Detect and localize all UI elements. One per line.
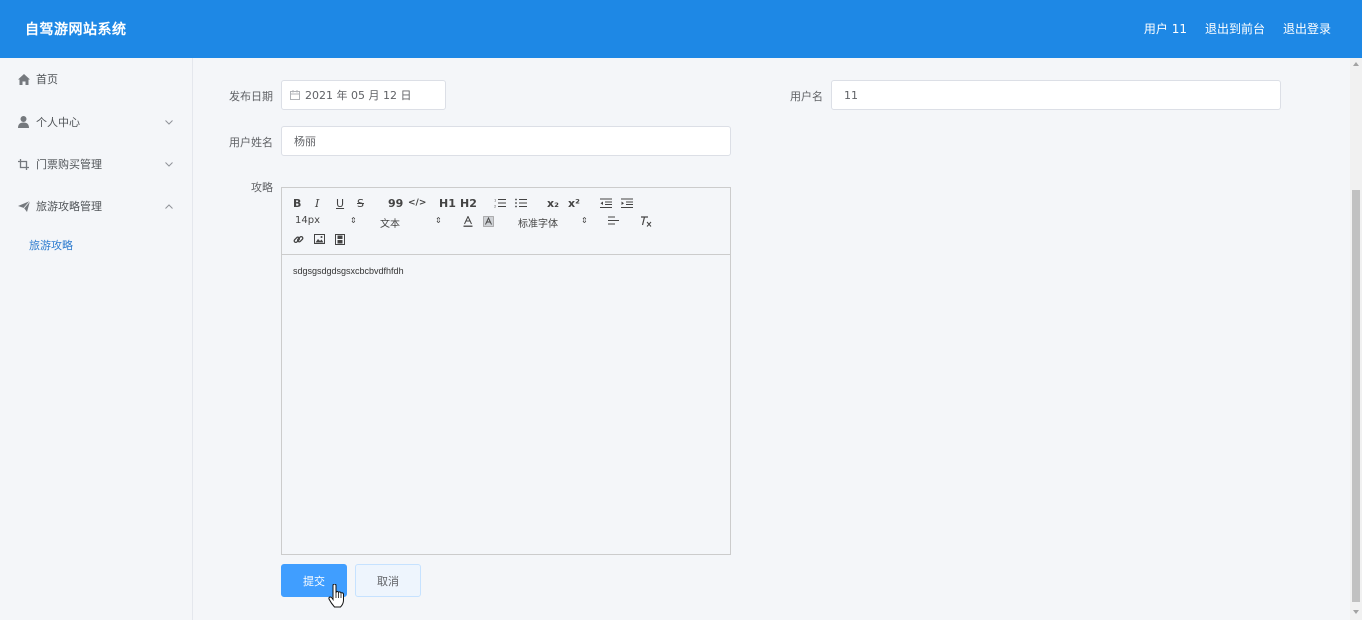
sidebar-item-home[interactable]: 首页 [0,64,192,94]
sidebar-subitem-travel-guide[interactable]: 旅游攻略 [29,237,73,253]
top-header: 自驾游网站系统 用户 11 退出到前台 退出登录 [0,0,1362,58]
chevron-down-icon [164,159,174,169]
svg-text:2: 2 [494,205,496,209]
realname-label: 用户姓名 [229,136,273,149]
sidebar-item-travel-guide-management[interactable]: 旅游攻略管理 [0,191,192,221]
select-caret-icon: ⇕ [581,216,588,225]
image-icon[interactable] [314,232,325,246]
header-select[interactable]: 文本 ⇕ [380,215,442,230]
align-icon[interactable] [608,214,619,228]
header-value: 文本 [380,219,400,230]
code-block-button[interactable]: </> [408,196,426,210]
sidebar-item-label: 首页 [36,73,58,86]
select-caret-icon: ⇕ [350,216,357,225]
subscript-button[interactable]: x₂ [547,196,559,210]
header2-button[interactable]: H2 [460,196,477,210]
ordered-list-icon[interactable]: 12 [494,196,506,210]
sidebar-item-label: 旅游攻略管理 [36,200,102,213]
link-icon[interactable] [293,232,304,246]
username-value: 11 [844,88,858,102]
bullet-list-icon[interactable] [515,196,527,210]
svg-text:1: 1 [494,199,496,203]
sidebar-item-personal-center[interactable]: 个人中心 [0,107,192,137]
clear-format-icon[interactable] [640,214,652,228]
publish-date-input[interactable]: 2021 年 05 月 12 日 [281,80,446,110]
main-content: 发布日期 2021 年 05 月 12 日 用户名 11 用户姓名 杨丽 攻略 … [193,58,1350,620]
sidebar-item-ticket-purchase[interactable]: 门票购买管理 [0,149,192,179]
user-icon [17,116,30,129]
header-actions: 用户 11 退出到前台 退出登录 [1144,20,1331,37]
guide-label: 攻略 [251,181,273,194]
logout-link[interactable]: 退出登录 [1283,20,1331,37]
blockquote-button[interactable]: 99 [388,196,403,210]
font-family-value: 标准字体 [518,219,558,230]
italic-button[interactable]: I [315,196,319,210]
username-input[interactable]: 11 [831,80,1281,110]
background-color-icon[interactable] [483,214,494,228]
select-caret-icon: ⇕ [435,216,442,225]
send-icon [17,200,30,213]
publish-date-label: 发布日期 [229,90,273,103]
strike-button[interactable]: S [357,196,364,210]
username-label: 用户名 [790,90,823,103]
hand-cursor-icon [328,583,346,608]
rich-text-editor[interactable]: B I U S 99 </> H1 H2 12 x₂ x² 14px ⇕ 文本 … [281,187,731,555]
publish-date-value: 2021 年 05 月 12 日 [305,89,412,102]
editor-toolbar: B I U S 99 </> H1 H2 12 x₂ x² 14px ⇕ 文本 … [282,188,730,255]
calendar-icon [290,90,300,100]
scroll-thumb[interactable] [1352,190,1360,602]
crop-icon [17,158,30,171]
cancel-button[interactable]: 取消 [355,564,421,597]
video-icon[interactable] [335,232,345,246]
editor-content[interactable]: sdgsgsdgdsgsxcbcbvdfhfdh [282,255,730,554]
home-icon [17,73,30,86]
scroll-up-icon[interactable] [1353,62,1359,66]
scroll-down-icon[interactable] [1353,610,1359,614]
font-color-icon[interactable] [463,214,473,228]
bold-button[interactable]: B [293,196,301,210]
indent-icon[interactable] [621,196,633,210]
realname-input[interactable]: 杨丽 [281,126,731,156]
sidebar-item-label: 个人中心 [36,116,80,129]
font-size-value: 14px [295,215,320,226]
current-user[interactable]: 用户 11 [1144,20,1187,37]
outdent-icon[interactable] [600,196,612,210]
sidebar: 首页 个人中心 门票购买管理 旅游攻略管理 旅游攻略 [0,58,193,620]
sidebar-item-label: 门票购买管理 [36,158,102,171]
font-family-select[interactable]: 标准字体 ⇕ [518,215,588,230]
chevron-down-icon [164,117,174,127]
underline-button[interactable]: U [336,196,344,210]
page-scrollbar[interactable] [1350,58,1362,620]
font-size-select[interactable]: 14px ⇕ [295,215,357,226]
realname-value: 杨丽 [294,135,316,148]
chevron-up-icon [164,201,174,211]
exit-to-front-link[interactable]: 退出到前台 [1205,20,1265,37]
header1-button[interactable]: H1 [439,196,456,210]
superscript-button[interactable]: x² [568,196,580,210]
app-title: 自驾游网站系统 [25,22,127,38]
